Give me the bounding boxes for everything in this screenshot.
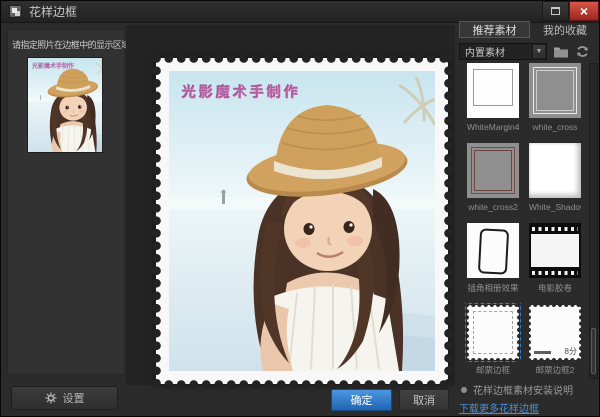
maximize-button[interactable] — [542, 1, 569, 21]
material-item-corner[interactable]: 插角相册效果 — [467, 223, 519, 294]
stamp-denomination: 8分 — [565, 346, 577, 357]
close-icon: × — [580, 4, 588, 18]
material-item-cross2[interactable]: white_cross2 — [467, 143, 519, 212]
download-more-borders-link[interactable]: 下载更多花样边框 — [459, 400, 539, 415]
install-help-text: 花样边框素材安装说明 — [473, 382, 573, 397]
ok-button[interactable]: 确定 — [331, 389, 392, 411]
material-thumbnail: 8分 — [529, 305, 581, 360]
material-label: 电影胶卷 — [529, 282, 581, 294]
preview-area: 光影魔术手制作 — [126, 25, 455, 385]
ok-label: 确定 — [351, 392, 373, 408]
material-thumbnail — [467, 223, 519, 278]
refresh-icon — [575, 44, 590, 59]
fancy-border-dialog: 花样边框 × 请指定照片在边框中的显示区域 光影魔术手制作 设置 光影魔术手制作… — [0, 0, 600, 417]
scrollbar-thumb[interactable] — [591, 328, 596, 374]
material-label: white_cross2 — [467, 202, 519, 212]
photo-mini — [28, 58, 102, 152]
preview-photo[interactable]: 光影魔术手制作 — [169, 71, 435, 371]
material-label: 邮票边框2 — [529, 364, 581, 376]
settings-label: 设置 — [63, 390, 85, 406]
material-item-stamp2[interactable]: 8分邮票边框2 — [529, 305, 581, 376]
material-item-whitemargin[interactable]: WhiteMargin4 — [467, 63, 519, 132]
tab-my-favorites[interactable]: 我的收藏 — [531, 21, 599, 38]
materials-grid: WhiteMargin4 white_cross white_cross2 White… — [467, 63, 581, 376]
material-label: 邮票边框 — [467, 364, 519, 376]
material-thumbnail — [467, 143, 519, 198]
watermark-text: 光影魔术手制作 — [182, 82, 301, 102]
material-label: WhiteMargin4 — [467, 122, 519, 132]
material-item-shadow[interactable]: White_Shadow — [529, 143, 581, 212]
material-label: white_cross — [529, 122, 581, 132]
instruction-text: 请指定照片在边框中的显示区域 — [12, 38, 130, 51]
material-label: 插角相册效果 — [467, 282, 519, 294]
refresh-button[interactable] — [573, 42, 591, 60]
material-thumbnail — [467, 63, 519, 118]
photo-region-panel: 请指定照片在边框中的显示区域 光影魔术手制作 — [7, 29, 125, 375]
chevron-down-icon: ▼ — [532, 45, 545, 58]
stamp-inscription-mark — [534, 351, 551, 354]
material-thumbnail — [467, 305, 519, 360]
close-button[interactable]: × — [569, 1, 599, 21]
material-label: White_Shadow — [529, 202, 581, 212]
app-logo-icon — [9, 5, 22, 18]
window-title: 花样边框 — [29, 3, 77, 20]
material-source-value: 内置素材 — [465, 44, 505, 59]
tab-label: 推荐素材 — [473, 22, 517, 38]
folder-icon — [553, 45, 569, 58]
maximize-icon — [551, 7, 560, 15]
material-item-stamp[interactable]: 邮票边框 — [467, 305, 519, 376]
photo-large — [169, 71, 435, 371]
settings-button[interactable]: 设置 — [11, 386, 118, 410]
material-thumbnail — [529, 63, 581, 118]
stamp-frame: 光影魔术手制作 — [156, 58, 448, 384]
help-icon — [461, 387, 467, 393]
cancel-label: 取消 — [413, 392, 435, 408]
photo-region-thumbnail[interactable]: 光影魔术手制作 — [27, 57, 103, 153]
materials-scrollbar[interactable] — [589, 63, 598, 379]
material-item-cross[interactable]: white_cross — [529, 63, 581, 132]
tab-label: 我的收藏 — [543, 22, 587, 38]
material-thumbnail — [529, 223, 581, 278]
material-item-film[interactable]: 电影胶卷 — [529, 223, 581, 294]
titlebar: 花样边框 × — [1, 1, 599, 23]
tab-recommended-materials[interactable]: 推荐素材 — [459, 21, 530, 38]
open-folder-button[interactable] — [552, 42, 570, 60]
gear-icon — [45, 392, 57, 404]
material-source-select[interactable]: 内置素材 ▼ — [459, 43, 547, 60]
material-thumbnail — [529, 143, 581, 198]
watermark-mini: 光影魔术手制作 — [32, 61, 74, 70]
cancel-button[interactable]: 取消 — [399, 389, 449, 411]
install-help[interactable]: 花样边框素材安装说明 — [461, 382, 573, 397]
